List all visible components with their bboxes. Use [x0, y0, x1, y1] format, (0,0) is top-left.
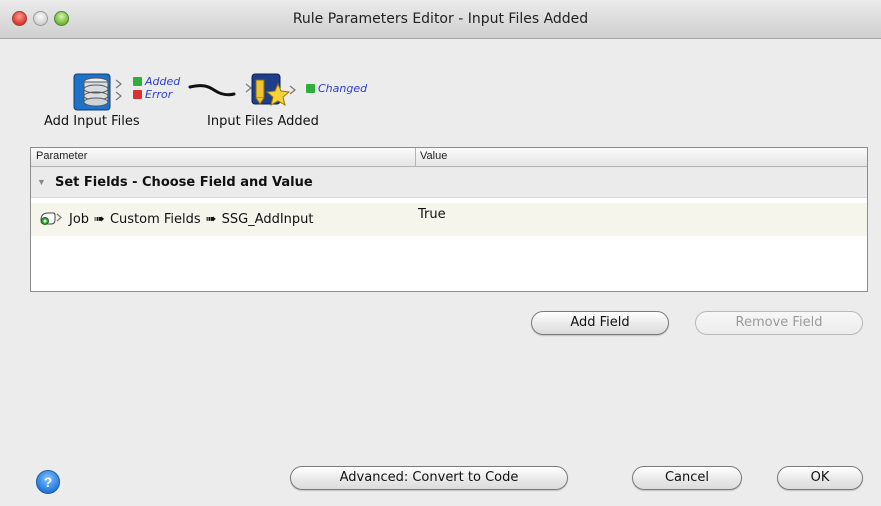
- remove-field-button[interactable]: Remove Field: [695, 311, 863, 335]
- dialog-window: Rule Parameters Editor - Input Files Add…: [0, 0, 881, 506]
- document-star-icon: [245, 73, 296, 107]
- right-arrow-icon: ➠: [205, 212, 217, 227]
- cancel-button[interactable]: Cancel: [632, 466, 742, 490]
- source-status-error: Error: [133, 89, 172, 101]
- table-group-row[interactable]: ▼ Set Fields - Choose Field and Value: [31, 167, 867, 198]
- parameter-cell: Job ➠ Custom Fields ➠ SSG_AddInput: [39, 210, 314, 227]
- checkbox-checked-icon: [306, 84, 315, 93]
- set-field-icon: [40, 212, 62, 225]
- path-segment-job: Job: [69, 212, 90, 227]
- group-label: Set Fields - Choose Field and Value: [55, 175, 313, 190]
- flow-connector: [188, 84, 236, 97]
- column-divider[interactable]: [415, 148, 416, 166]
- add-field-button[interactable]: Add Field: [531, 311, 669, 335]
- source-node-label: Add Input Files: [44, 114, 140, 129]
- convert-to-code-button[interactable]: Advanced: Convert to Code: [290, 466, 568, 490]
- value-cell[interactable]: True: [418, 207, 446, 222]
- path-segment-custom-fields: Custom Fields: [109, 212, 201, 227]
- source-status-added: Added: [133, 76, 180, 88]
- disclosure-triangle-icon[interactable]: ▼: [37, 177, 46, 187]
- column-header-parameter[interactable]: Parameter: [36, 150, 87, 162]
- target-node-label: Input Files Added: [207, 114, 319, 129]
- help-icon[interactable]: ?: [36, 470, 60, 494]
- table-row[interactable]: Job ➠ Custom Fields ➠ SSG_AddInput True: [31, 203, 867, 236]
- title-bar[interactable]: Rule Parameters Editor - Input Files Add…: [0, 0, 881, 39]
- right-arrow-icon: ➠: [94, 212, 105, 227]
- column-header-value[interactable]: Value: [420, 150, 447, 162]
- window-title: Rule Parameters Editor - Input Files Add…: [292, 11, 589, 27]
- ok-button[interactable]: OK: [777, 466, 863, 490]
- parameter-table: Parameter Value ▼ Set Fields - Choose Fi…: [30, 147, 868, 292]
- path-segment-field-name: SSG_AddInput: [221, 212, 314, 227]
- table-header: Parameter Value: [31, 148, 867, 167]
- database-icon: [73, 73, 122, 111]
- checkbox-error-icon: [133, 90, 142, 99]
- checkbox-checked-icon: [133, 77, 142, 86]
- target-status-changed: Changed: [306, 83, 367, 95]
